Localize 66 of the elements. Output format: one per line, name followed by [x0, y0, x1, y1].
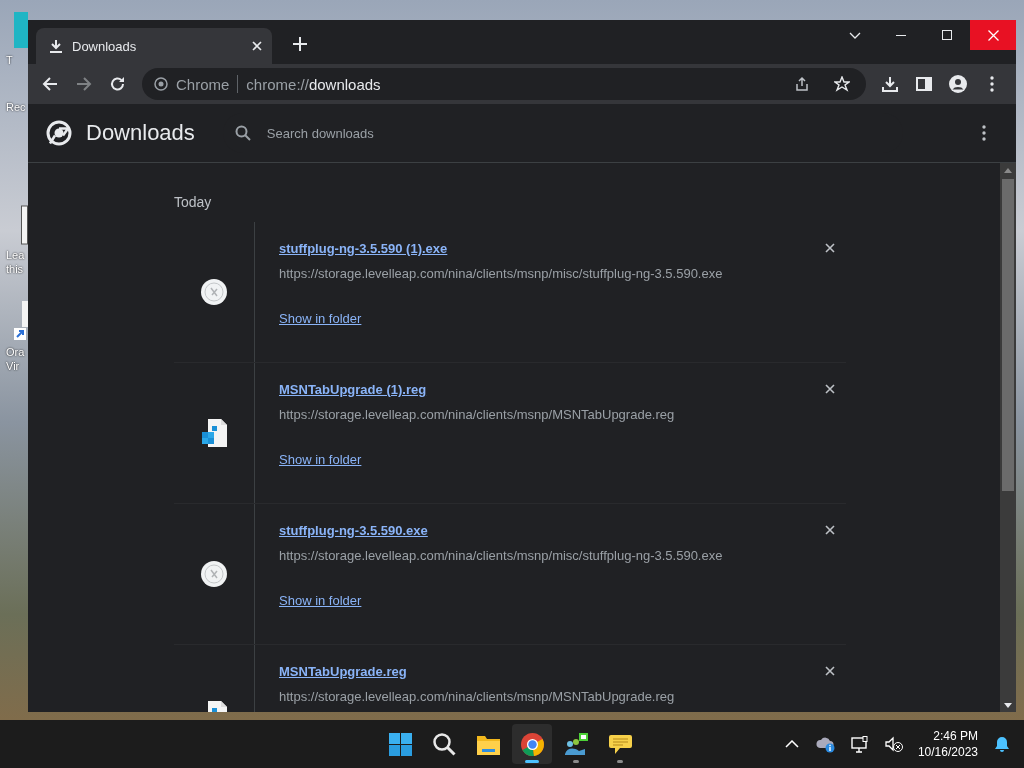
source-url: https://storage.levelleap.com/nina/clients/msnp/MSNTabUpgrade.reg — [279, 689, 675, 704]
running-indicator — [573, 760, 579, 763]
download-icon — [50, 39, 62, 53]
search-field[interactable]: Search downloads — [264, 124, 891, 142]
more-vertical-icon — [982, 125, 986, 141]
more-vertical-icon — [990, 76, 994, 92]
file-icon — [200, 278, 228, 306]
arrow-left-icon — [42, 76, 58, 92]
minimize-icon — [896, 34, 906, 36]
site-label: Chrome — [176, 75, 230, 93]
taskbar-app-button[interactable] — [512, 724, 552, 764]
show-in-folder-link[interactable]: Show in folder — [279, 593, 362, 608]
source-url: https://storage.levelleap.com/nina/clients/msnp/misc/stuffplug-ng-3.5.590.exe — [279, 548, 723, 563]
file-name-link[interactable]: stuffplug-ng-3.5.590 (1).exe — [279, 240, 448, 256]
file-icon — [200, 560, 228, 588]
document-icon — [20, 205, 28, 245]
download-icon — [882, 76, 898, 92]
scrollbar-thumb[interactable] — [1002, 179, 1014, 491]
windows-logo-icon — [387, 731, 413, 757]
chevron-up-icon — [784, 740, 799, 748]
monitor-icon — [850, 735, 869, 753]
close-icon — [825, 243, 835, 253]
speaker-muted-icon — [884, 736, 903, 752]
registry-file-icon — [200, 418, 228, 448]
chevron-down-icon — [849, 31, 861, 39]
close-icon — [825, 666, 835, 676]
down-arrow-icon — [1004, 702, 1012, 708]
up-arrow-icon — [1004, 167, 1012, 173]
cloud-icon — [816, 735, 836, 753]
file-name-link[interactable]: MSNTabUpgrade (1).reg — [279, 381, 427, 397]
chrome-logo-icon — [519, 731, 545, 757]
plus-icon — [293, 37, 307, 51]
messenger-people-icon — [563, 731, 589, 757]
chrome-logo-icon — [46, 120, 72, 146]
app-icon — [14, 10, 28, 50]
page-title: Downloads — [86, 120, 195, 146]
clock[interactable]: 2:46 PM 10/16/2023 — [913, 728, 982, 760]
star-icon — [834, 76, 850, 92]
file-name-link[interactable]: MSNTabUpgrade.reg — [279, 663, 407, 679]
close-icon — [987, 29, 999, 41]
bell-icon — [994, 735, 1010, 753]
search-icon — [234, 125, 251, 141]
file-name-link[interactable]: stuffplug-ng-3.5.590.exe — [279, 522, 428, 538]
reload-icon — [110, 76, 126, 92]
person-icon — [949, 75, 967, 93]
maximize-icon — [942, 30, 952, 40]
close-icon — [825, 384, 835, 394]
browser-tab[interactable]: Downloads — [36, 28, 272, 64]
share-icon — [794, 76, 810, 92]
close-icon[interactable] — [252, 41, 262, 51]
source-url: https://storage.levelleap.com/nina/clients/msnp/MSNTabUpgrade.reg — [279, 407, 675, 422]
source-url: https://storage.levelleap.com/nina/clients/msnp/misc/stuffplug-ng-3.5.590.exe — [279, 266, 723, 281]
chrome-logo-icon — [154, 77, 168, 91]
close-icon — [825, 525, 835, 535]
search-icon — [431, 731, 457, 757]
arrow-right-icon — [76, 76, 92, 92]
running-indicator — [525, 760, 539, 763]
running-indicator — [617, 760, 623, 763]
section-heading: Today — [174, 194, 212, 210]
side-panel-icon — [916, 76, 932, 92]
address-bar[interactable]: Chrome chrome://downloads — [142, 68, 866, 100]
shortcut-icon — [14, 300, 28, 342]
show-in-folder-link[interactable]: Show in folder — [279, 311, 362, 326]
url-text: chrome://downloads — [246, 75, 382, 93]
scrollbar[interactable] — [1000, 163, 1016, 712]
show-in-folder-link[interactable]: Show in folder — [279, 452, 362, 467]
